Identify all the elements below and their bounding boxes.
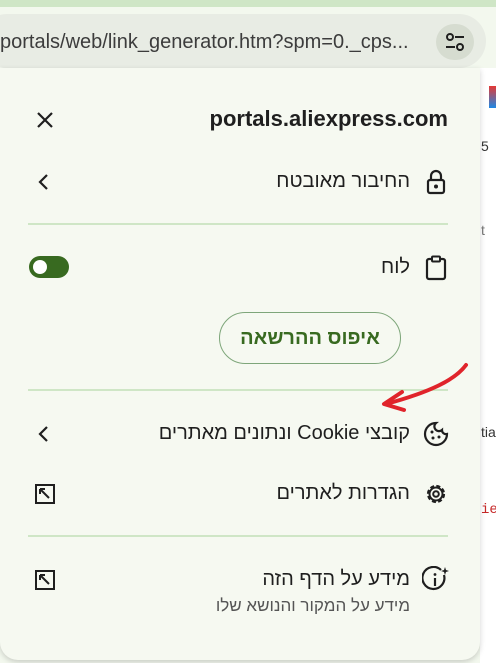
url-text[interactable]: portals/web/link_generator.htm?spm=0._cp…	[0, 28, 430, 56]
page-info-subtitle: מידע על המקור והנושא שלו	[215, 596, 410, 615]
page-info-title: מידע על הדף הזה	[262, 568, 410, 590]
divider	[28, 535, 448, 537]
info-sparkle-icon	[422, 566, 450, 594]
clipboard-toggle[interactable]	[29, 256, 69, 278]
divider	[28, 223, 448, 225]
open-external-icon	[35, 570, 55, 590]
connection-label: החיבור מאובטח	[276, 170, 410, 192]
gear-icon	[422, 480, 450, 508]
top-accent-line	[0, 0, 496, 7]
connection-row[interactable]: החיבור מאובטח	[0, 164, 480, 200]
clipboard-icon	[422, 254, 450, 282]
chevron-left-icon	[38, 174, 48, 190]
background-logo	[489, 86, 496, 108]
background-text: tia	[481, 424, 496, 440]
site-info-panel: portals.aliexpress.com החיבור מאובטח לוח…	[0, 68, 480, 660]
cookies-label: קובצי Cookie ונתונים מאתרים	[158, 422, 410, 444]
tune-icon	[446, 33, 464, 51]
site-title: portals.aliexpress.com	[209, 106, 448, 131]
page-info-row[interactable]: מידע על הדף הזה מידע על המקור והנושא שלו	[0, 562, 480, 622]
open-external-icon	[35, 484, 55, 504]
clipboard-label: לוח	[381, 256, 410, 278]
site-settings-label: הגדרות לאתרים	[276, 482, 411, 504]
site-info-button[interactable]	[436, 24, 474, 60]
lock-icon	[422, 168, 450, 196]
background-text: t	[481, 222, 485, 238]
divider	[28, 389, 448, 391]
background-page	[480, 68, 496, 663]
cookie-icon	[422, 420, 450, 448]
reset-permission-button[interactable]: איפוס ההרשאה	[219, 312, 401, 364]
background-text: 5	[481, 138, 489, 154]
site-settings-row[interactable]: הגדרות לאתרים	[0, 476, 480, 512]
clipboard-row: לוח	[0, 250, 480, 286]
close-icon[interactable]	[33, 108, 57, 132]
background-text: ie	[481, 502, 496, 518]
cookies-row[interactable]: קובצי Cookie ונתונים מאתרים	[0, 416, 480, 452]
chevron-left-icon	[38, 426, 48, 442]
